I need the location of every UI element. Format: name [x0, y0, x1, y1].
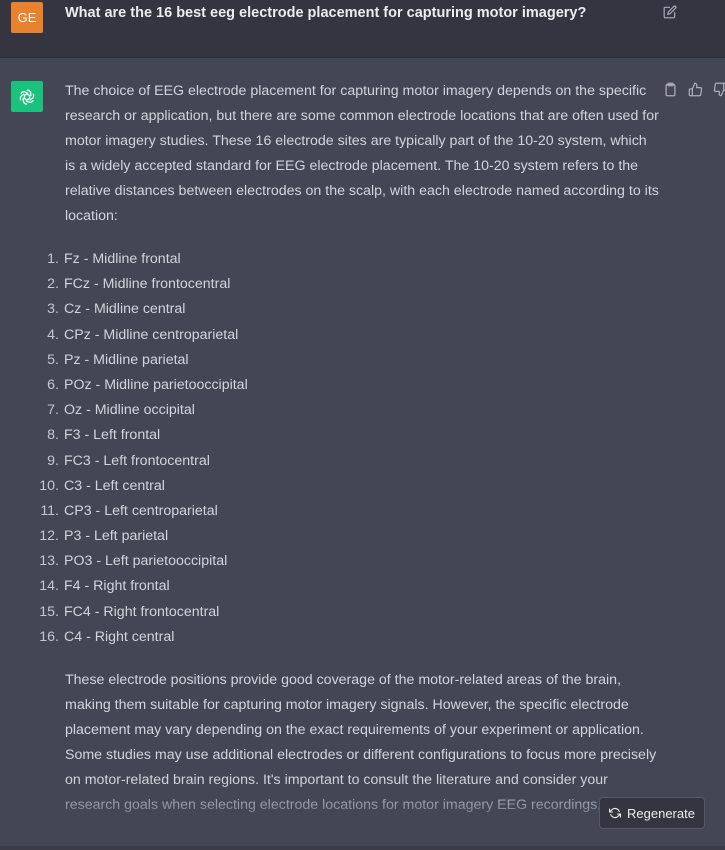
list-item-text: F4 - Right frontal: [64, 578, 170, 595]
regenerate-label: Regenerate: [627, 805, 695, 821]
list-number: 7.: [47, 402, 59, 419]
thumbs-up-icon[interactable]: [688, 82, 703, 97]
list-item-text: P3 - Left parietal: [64, 528, 169, 545]
list-item: 15. FC4 - Right frontocentral: [19, 600, 660, 625]
list-item: 4. CPz - Midline centroparietal: [19, 323, 660, 348]
list-item-text: C3 - Left central: [64, 477, 165, 494]
list-item: 7. Oz - Midline occipital: [19, 398, 660, 423]
list-item-text: Pz - Midline parietal: [64, 351, 189, 368]
list-number: 15.: [39, 603, 59, 620]
refresh-icon: [609, 807, 622, 819]
intro-paragraph: The choice of EEG electrode placement fo…: [65, 83, 659, 224]
list-item: 6. POz - Midline parietooccipital: [19, 373, 660, 398]
regenerate-button[interactable]: Regenerate: [599, 797, 705, 829]
assistant-message-content: The choice of EEG electrode placement fo…: [39, 79, 660, 818]
message-actions: [663, 82, 725, 97]
list-number: 10.: [39, 477, 59, 494]
assistant-message-row: The choice of EEG electrode placement fo…: [0, 58, 725, 850]
list-number: 14.: [39, 578, 59, 595]
list-number: 5.: [47, 351, 59, 368]
list-item: 13. PO3 - Left parietooccipital: [19, 549, 660, 574]
list-item-text: Fz - Midline frontal: [64, 251, 181, 267]
user-message-text: What are the 16 best eeg electrode place…: [65, 5, 587, 21]
list-item-text: FC3 - Left frontocentral: [64, 452, 210, 469]
list-number: 3.: [47, 301, 59, 318]
list-number: 12.: [39, 528, 59, 545]
list-number: 6.: [47, 376, 59, 393]
list-item: 14. F4 - Right frontal: [19, 574, 660, 599]
user-avatar: GE: [11, 2, 43, 33]
electrode-list: 1. Fz - Midline frontal 2. FCz - Midline f…: [19, 247, 660, 650]
list-item: 5. Pz - Midline parietal: [19, 348, 660, 373]
list-item-text: F3 - Left frontal: [64, 427, 161, 444]
list-item-text: Oz - Midline occipital: [64, 402, 195, 419]
list-number: 16.: [39, 628, 59, 645]
list-number: 9.: [47, 452, 59, 469]
list-item-text: C4 - Right central: [64, 628, 175, 645]
clipboard-icon[interactable]: [663, 82, 678, 97]
list-number: 8.: [47, 427, 59, 444]
openai-logo-icon: [19, 88, 35, 105]
list-item-text: CP3 - Left centroparietal: [64, 502, 218, 519]
list-item-text: FCz - Midline frontocentral: [64, 276, 231, 293]
list-number: 1.: [47, 251, 59, 267]
input-area-edge: [0, 846, 725, 850]
edit-icon[interactable]: [663, 5, 677, 19]
list-number: 13.: [39, 553, 59, 570]
list-item: 9. FC3 - Left frontocentral: [19, 449, 660, 474]
list-number: 11.: [40, 502, 59, 519]
list-item: 12. P3 - Left parietal: [19, 524, 660, 549]
list-item: 10. C3 - Left central: [19, 474, 660, 499]
thumbs-down-icon[interactable]: [713, 82, 725, 97]
list-item-text: CPz - Midline centroparietal: [64, 326, 239, 343]
list-item: 2. FCz - Midline frontocentral: [19, 272, 660, 297]
list-item: 16. C4 - Right central: [19, 625, 660, 650]
list-item: 1. Fz - Midline frontal: [19, 247, 660, 272]
list-item: 8. F3 - Left frontal: [19, 423, 660, 448]
list-item-text: FC4 - Right frontocentral: [64, 603, 220, 620]
list-number: 4.: [47, 326, 59, 343]
list-item-text: POz - Midline parietooccipital: [64, 376, 248, 393]
list-number: 2.: [47, 276, 59, 293]
list-item-text: PO3 - Left parietooccipital: [64, 553, 228, 570]
list-item: 11. CP3 - Left centroparietal: [19, 499, 660, 524]
list-item: 3. Cz - Midline central: [19, 297, 660, 322]
user-message-row: GE What are the 16 best eeg electrode pl…: [0, 0, 725, 58]
assistant-avatar: [11, 81, 43, 112]
list-item-text: Cz - Midline central: [64, 301, 186, 318]
